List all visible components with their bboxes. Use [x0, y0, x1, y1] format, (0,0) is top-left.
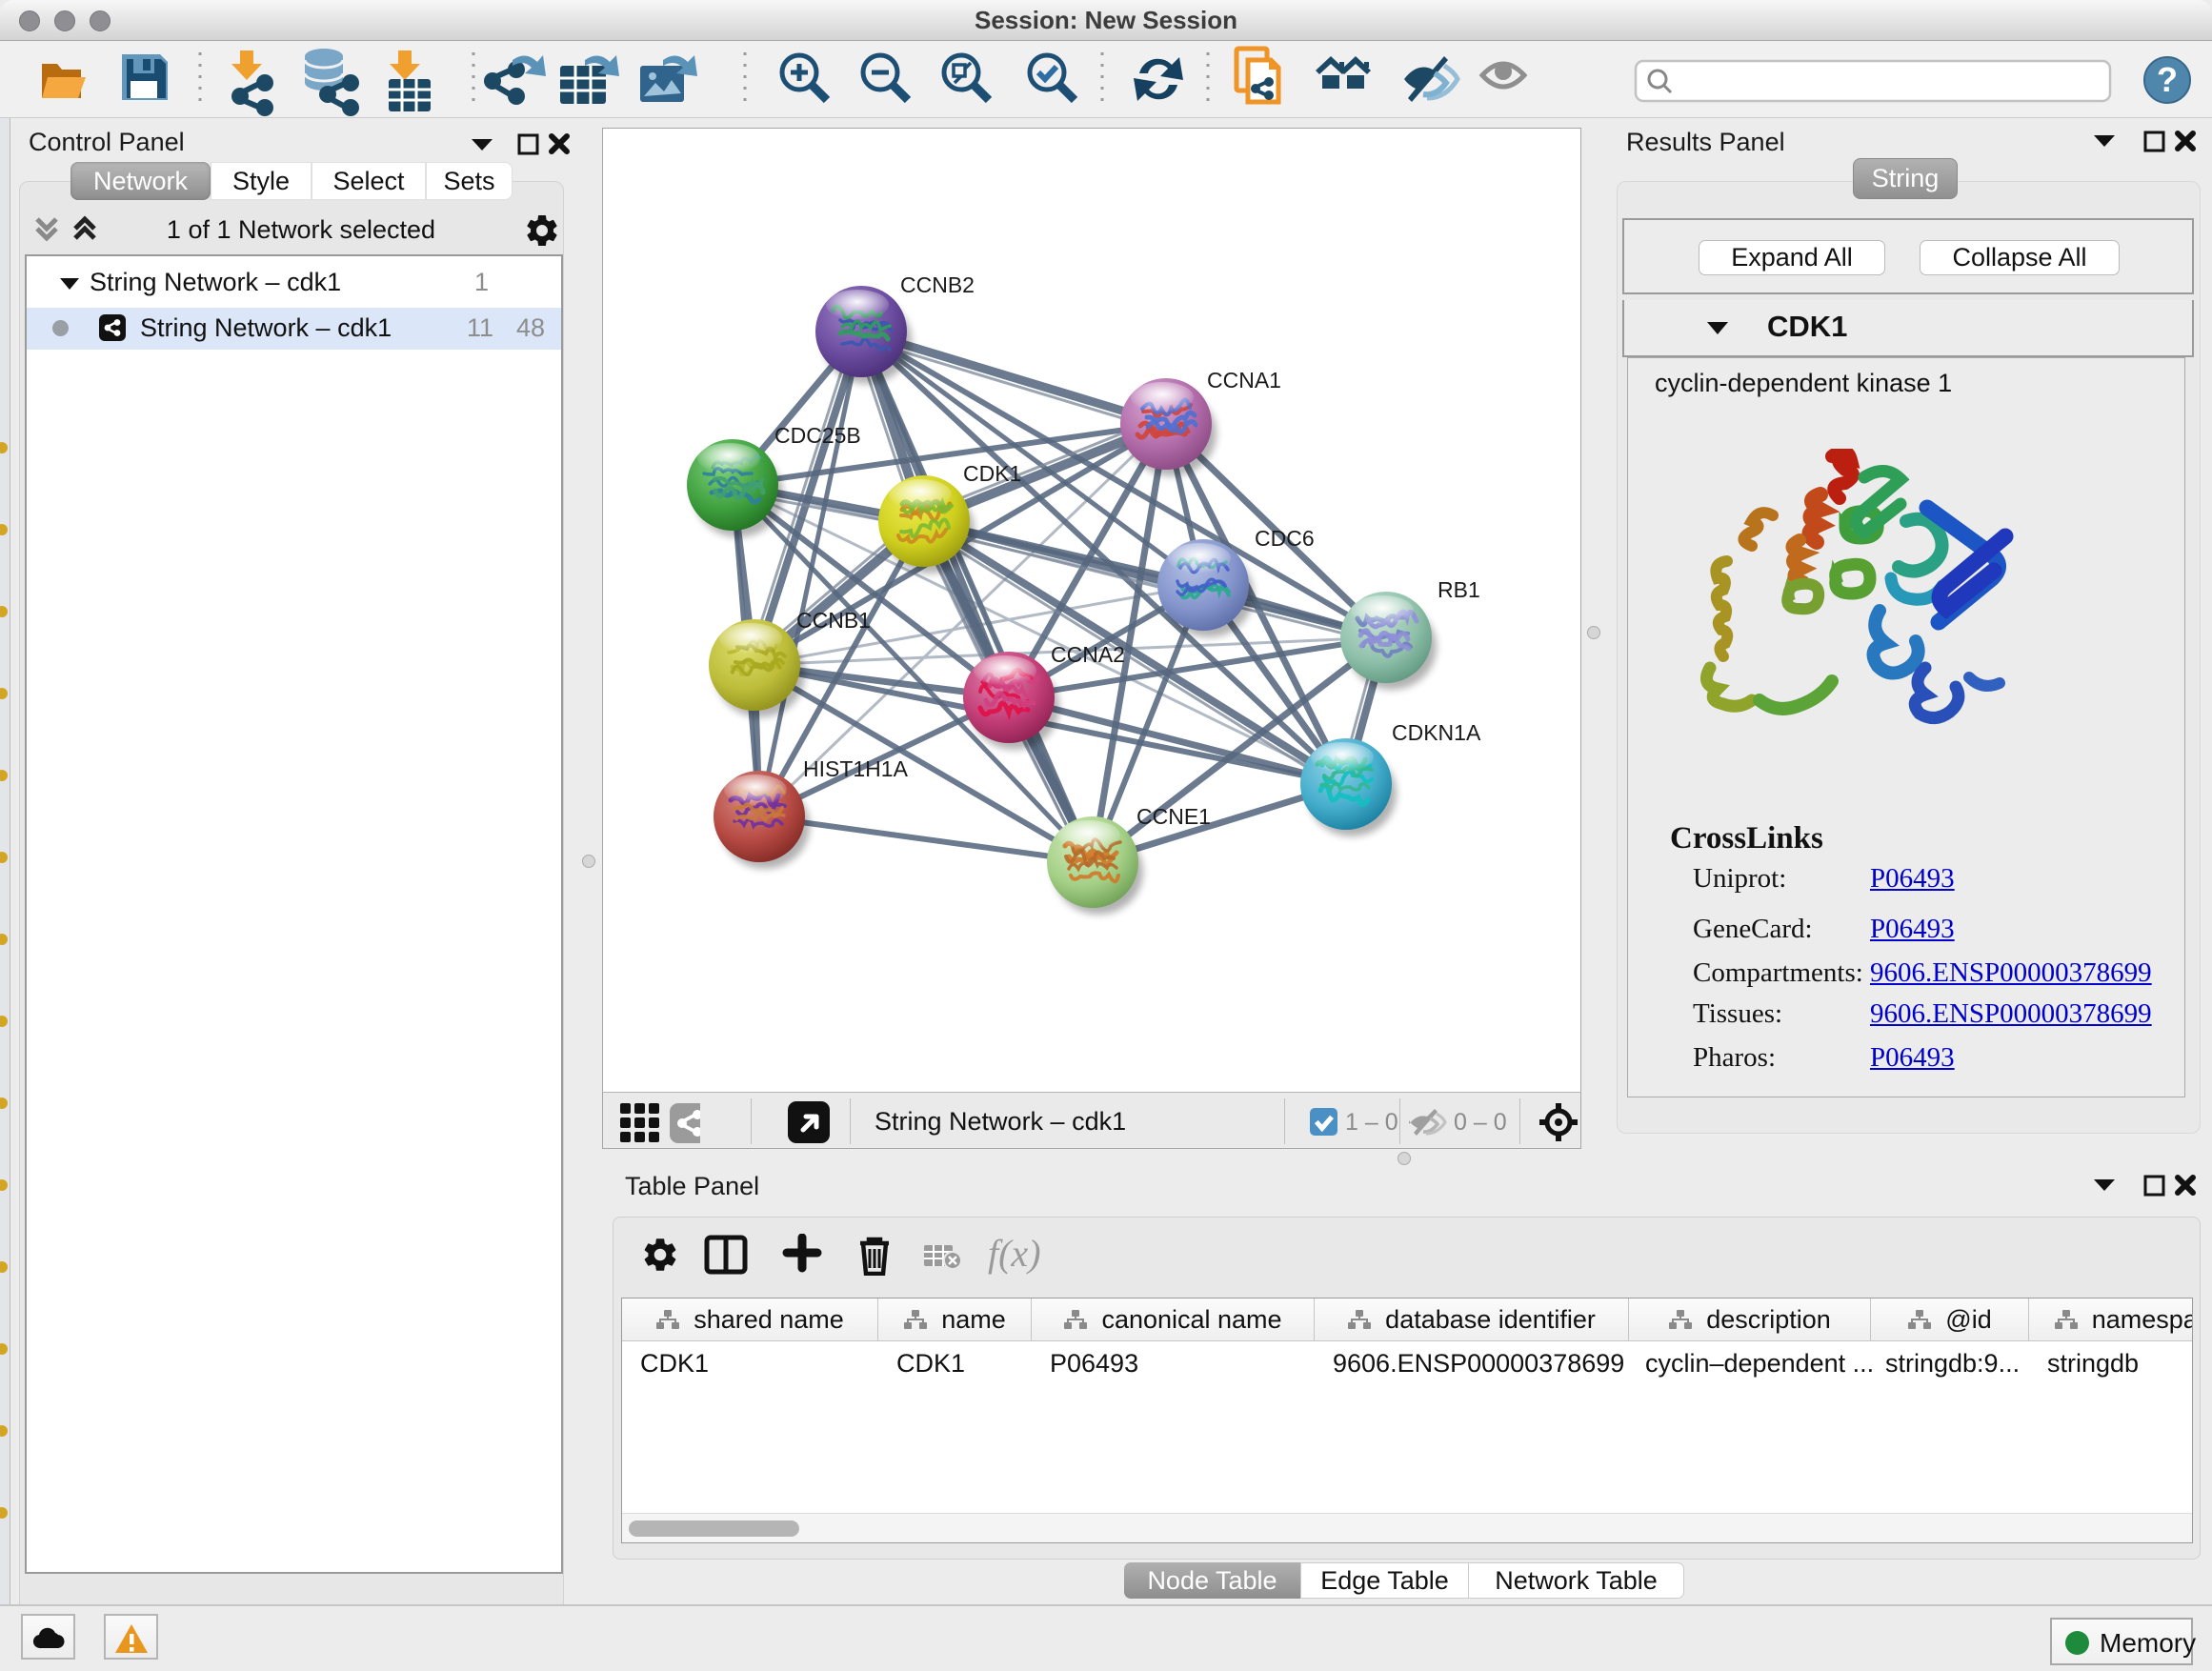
svg-text:f(x): f(x) [988, 1234, 1041, 1275]
svg-text:CCNA1: CCNA1 [1207, 368, 1281, 393]
svg-text:CCNB2: CCNB2 [900, 272, 975, 297]
svg-text:RB1: RB1 [1438, 577, 1480, 602]
svg-text:CCNA2: CCNA2 [1051, 642, 1125, 667]
svg-text:HIST1H1A: HIST1H1A [803, 756, 909, 781]
svg-text:CCNE1: CCNE1 [1136, 804, 1211, 829]
svg-text:CDC6: CDC6 [1255, 526, 1315, 551]
svg-text:CDC25B: CDC25B [774, 423, 861, 448]
svg-text:CCNB1: CCNB1 [796, 608, 871, 633]
svg-text:CDKN1A: CDKN1A [1392, 720, 1481, 745]
svg-text:CDK1: CDK1 [963, 461, 1021, 486]
svg-text:?: ? [2157, 60, 2178, 99]
